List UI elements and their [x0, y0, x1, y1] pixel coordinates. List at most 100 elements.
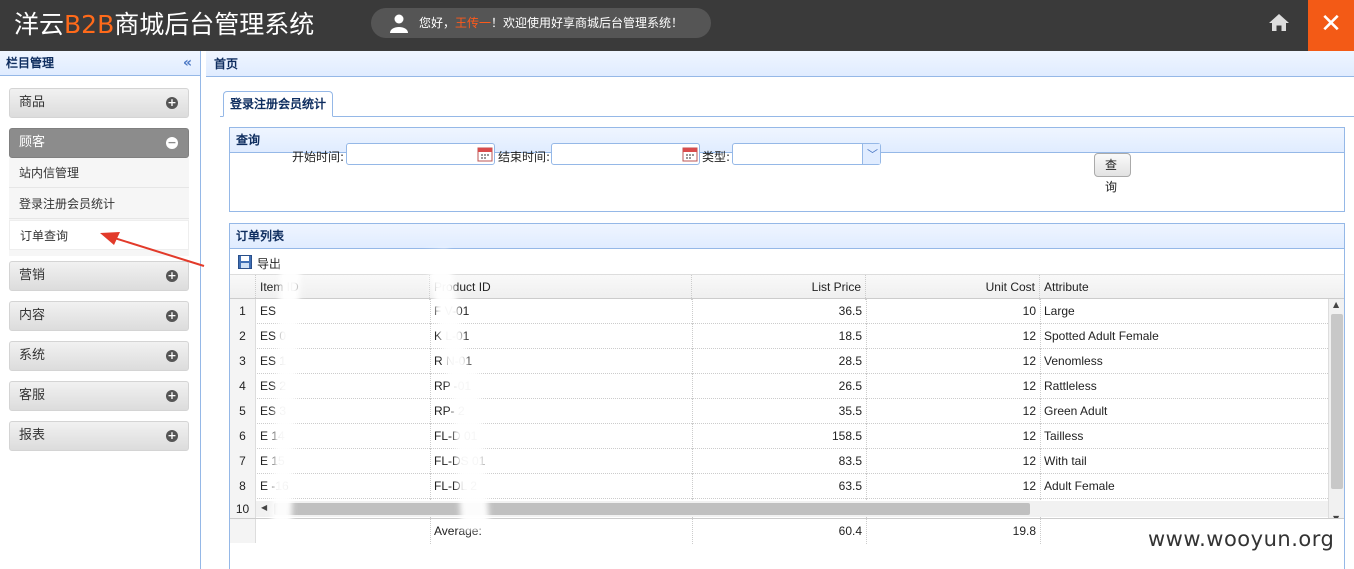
cell-attribute: Spotted Adult Female — [1044, 329, 1159, 343]
table-row[interactable]: 6E 14FL-D 01158.512Tailless — [230, 424, 1328, 449]
row-number: 10 — [230, 501, 256, 518]
column-attribute[interactable]: Attribute — [1040, 275, 1328, 300]
start-time-label: 开始时间: — [292, 150, 345, 164]
type-label: 类型: — [702, 150, 731, 164]
cell-unit-cost: 12 — [1022, 479, 1036, 493]
sidebar-item-member-stats[interactable]: 登录注册会员统计 — [9, 189, 189, 219]
cell-attribute: With tail — [1044, 454, 1087, 468]
query-button[interactable]: 查 询 — [1094, 153, 1131, 194]
collapse-group-icon: − — [166, 136, 178, 149]
order-list-title: 订单列表 — [230, 224, 1344, 249]
table-row[interactable]: 5 ES 3 RP- 2 35.5 12 Green Adult — [230, 399, 1328, 424]
home-button[interactable] — [1258, 0, 1300, 51]
row-number: 4 — [230, 374, 256, 399]
row-number: 8 — [230, 474, 256, 499]
order-list-panel: 订单列表 导出 Item ID Product ID List Price Un… — [229, 223, 1345, 569]
expand-icon: + — [166, 269, 178, 282]
user-icon — [390, 14, 408, 33]
main-title: 首页 — [206, 51, 1354, 77]
expand-icon: + — [166, 309, 178, 322]
save-icon — [238, 255, 252, 269]
welcome-prefix: 您好， — [419, 16, 456, 30]
table-row[interactable]: 4ES 2RP -0126.512Rattleless — [230, 374, 1328, 399]
calendar-icon[interactable] — [477, 146, 493, 162]
export-button[interactable]: 导出 — [257, 255, 281, 272]
table-row[interactable]: 2ES 0K L-0118.512Spotted Adult Female — [230, 324, 1328, 349]
sidebar-group-content[interactable]: 内容 + — [9, 301, 189, 331]
sidebar-title: 栏目管理 — [6, 56, 55, 70]
sidebar-group-label: 客服 — [19, 388, 46, 403]
sidebar-group-service[interactable]: 客服 + — [9, 381, 189, 411]
cell-unit-cost: 12 — [1022, 354, 1036, 368]
chevron-down-icon: ﹀ — [867, 148, 878, 161]
scroll-left-icon[interactable]: ◀ — [261, 503, 267, 512]
cell-unit-cost: 12 — [1022, 404, 1036, 418]
close-icon: ✕ — [1320, 9, 1342, 39]
row-number: 5 — [230, 399, 256, 424]
cell-unit-cost: 12 — [1022, 429, 1036, 443]
brand-b2b: B2B — [64, 10, 115, 39]
vertical-scrollbar[interactable]: ▲ ▼ — [1328, 299, 1344, 524]
cell-list-price: 83.5 — [838, 454, 862, 468]
type-select[interactable]: ﹀ — [732, 143, 881, 165]
table-row[interactable]: 1ESF V-0136.510Large — [230, 299, 1328, 324]
table-row[interactable]: 3ES 1R N-0128.512Venomless — [230, 349, 1328, 374]
cell-attribute: Venomless — [1044, 354, 1103, 368]
query-panel: 查询 开始时间: 结束时间: 类型: ﹀ 查 询 — [229, 127, 1345, 212]
welcome-banner: 您好，王传一！欢迎使用好享商城后台管理系统！ — [371, 8, 711, 38]
sidebar-group-goods[interactable]: 商品 + — [9, 88, 189, 118]
footer-average-price: 60.4 — [838, 524, 862, 538]
column-unit-cost[interactable]: Unit Cost — [866, 275, 1040, 300]
expand-icon: + — [166, 349, 178, 362]
row-number: 6 — [230, 424, 256, 449]
sidebar-group-customers[interactable]: 顾客 − — [9, 128, 189, 158]
column-product-id[interactable]: Product ID — [430, 275, 692, 300]
brand-suffix: 商城后台管理系统 — [114, 10, 315, 39]
cell-list-price: 36.5 — [838, 304, 862, 318]
sidebar-item-messages[interactable]: 站内信管理 — [9, 158, 189, 188]
collapse-icon[interactable]: « — [183, 51, 192, 76]
cell-list-price: 18.5 — [838, 329, 862, 343]
table-row[interactable]: 8E -16FL-DL 263.512Adult Female — [230, 474, 1328, 499]
sidebar-group-label: 报表 — [19, 428, 46, 443]
end-time-label: 结束时间: — [498, 150, 551, 164]
calendar-icon[interactable] — [682, 146, 698, 162]
tab-member-stats[interactable]: 登录注册会员统计 — [223, 91, 334, 117]
welcome-suffix: ！欢迎使用好享商城后台管理系统！ — [491, 16, 684, 30]
sidebar-group-system[interactable]: 系统 + — [9, 341, 189, 371]
scroll-up-icon[interactable]: ▲ — [1333, 300, 1339, 309]
cell-unit-cost: 12 — [1022, 379, 1036, 393]
tab-bar: 登录注册会员统计 — [220, 91, 1354, 117]
scroll-thumb[interactable] — [274, 503, 1030, 515]
watermark: www.wooyun.org — [1148, 527, 1335, 551]
scroll-thumb[interactable] — [1331, 314, 1343, 489]
grid-toolbar: 导出 — [230, 250, 1344, 274]
expand-icon: + — [166, 389, 178, 402]
brand-prefix: 洋云 — [14, 10, 65, 39]
cell-list-price: 26.5 — [838, 379, 862, 393]
dropdown-arrow[interactable]: ﹀ — [862, 144, 880, 164]
sidebar-group-label: 系统 — [19, 348, 46, 363]
cell-attribute: Rattleless — [1044, 379, 1097, 393]
column-list-price[interactable]: List Price — [692, 275, 866, 300]
horizontal-scrollbar[interactable]: ◀ — [256, 501, 1328, 517]
cell-list-price: 28.5 — [838, 354, 862, 368]
sidebar-group-reports[interactable]: 报表 + — [9, 421, 189, 451]
sidebar: 栏目管理 « 商品 + 顾客 − 站内信管理 登录注册会员统计 订单查询 营销 … — [0, 51, 201, 569]
cell-list-price: 35.5 — [838, 404, 862, 418]
sidebar-group-label: 商品 — [19, 95, 46, 110]
table-row[interactable]: 7E 15FL-DS 0183.512With tail — [230, 449, 1328, 474]
footer-average-cost: 19.8 — [1012, 524, 1036, 538]
cell-product-id: K L-01 — [430, 324, 692, 349]
end-time-input[interactable] — [551, 143, 700, 165]
app-title: 洋云B2B商城后台管理系统 — [14, 5, 314, 41]
start-time-input[interactable] — [346, 143, 495, 165]
row-number: 7 — [230, 449, 256, 474]
cell-unit-cost: 12 — [1022, 329, 1036, 343]
cell-attribute: Green Adult — [1044, 404, 1108, 418]
row-number: 1 — [230, 299, 256, 324]
expand-icon: + — [166, 429, 178, 442]
sidebar-group-label: 顾客 — [19, 135, 46, 150]
close-button[interactable]: ✕ — [1308, 0, 1354, 51]
user-name: 王传一 — [455, 16, 492, 30]
